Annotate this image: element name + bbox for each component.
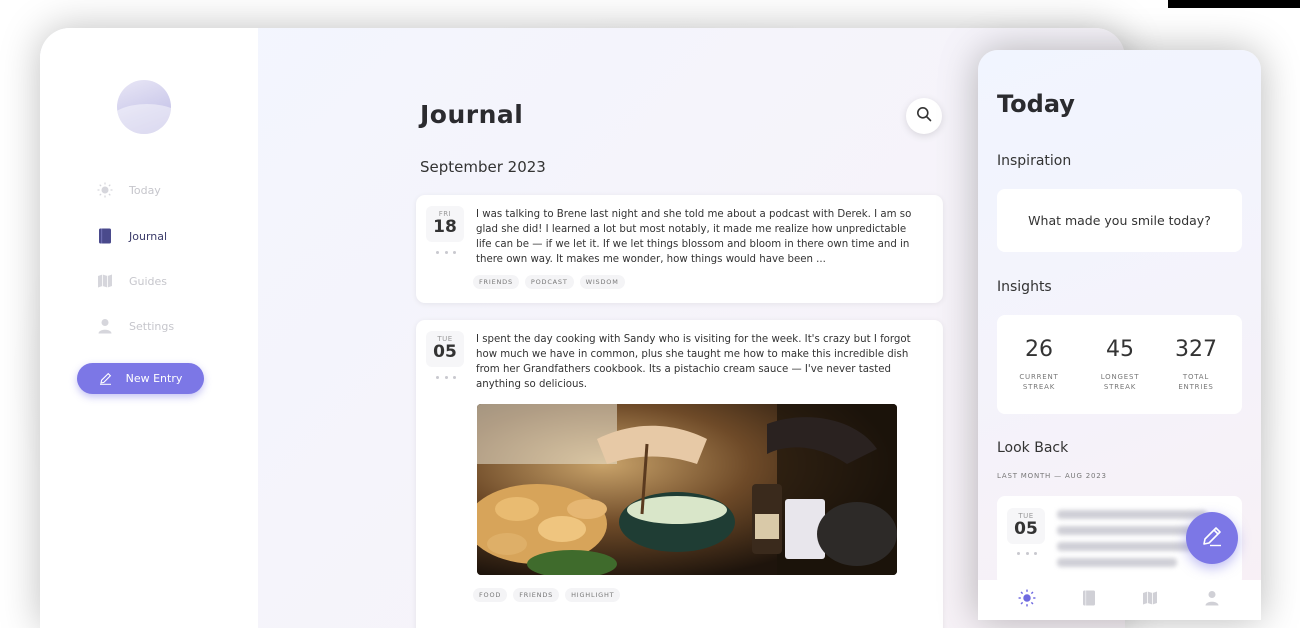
journal-entry-card[interactable]: FRI 18 I was talking to Brene last night… [416,195,943,303]
stat-total-entries: 327 TOTAL ENTRIES [1156,337,1236,392]
tab-today[interactable] [1018,589,1036,611]
entry-photo[interactable] [477,404,897,575]
entry-day: 05 [1014,519,1038,539]
entry-tags: FOOD FRIENDS HIGHLIGHT [473,588,621,602]
sidebar-item-guides[interactable]: Guides [97,269,167,293]
book-icon [97,228,113,244]
user-icon [97,318,113,334]
inspiration-card[interactable]: What made you smile today? [997,189,1242,252]
today-title: Today [997,90,1075,118]
search-button[interactable] [906,98,942,134]
tag[interactable]: FRIENDS [473,275,519,289]
entry-day: 18 [433,217,457,237]
sidebar-item-label: Today [129,183,161,197]
sidebar-item-journal[interactable]: Journal [97,224,167,248]
bottom-tab-bar [978,580,1261,620]
sidebar-item-settings[interactable]: Settings [97,314,174,338]
app-window: Today Journal Guides Settings New Entry [40,28,1125,628]
tab-guides[interactable] [1141,591,1159,609]
tag[interactable]: FRIENDS [513,588,560,602]
compose-fab-button[interactable] [1186,512,1238,564]
insights-label: Insights [997,279,1052,295]
sidebar: Today Journal Guides Settings New Entry [40,28,258,628]
more-dots-icon[interactable] [1017,552,1037,556]
stat-label: CURRENT STREAK [1019,373,1059,391]
inspiration-prompt: What made you smile today? [1028,213,1211,228]
date-chip: TUE 05 [426,331,464,367]
pencil-icon [99,372,112,385]
entry-text: I spent the day cooking with Sandy who i… [476,334,911,390]
cooking-photo [477,404,897,575]
stat-value: 327 [1175,337,1217,362]
pencil-icon [1200,524,1224,552]
stat-value: 26 [1025,337,1053,362]
new-entry-button[interactable]: New Entry [77,363,204,394]
more-dots-icon[interactable] [436,251,456,255]
sun-icon [97,182,113,198]
tag[interactable]: HIGHLIGHT [565,588,621,602]
month-label: September 2023 [420,158,546,176]
more-dots-icon[interactable] [436,376,456,380]
app-logo [117,80,171,134]
new-entry-label: New Entry [125,372,183,385]
journal-content: Journal September 2023 FRI 18 I was talk… [415,28,945,628]
today-panel: Today Inspiration What made you smile to… [978,50,1261,620]
tab-settings[interactable] [1203,591,1221,609]
stat-current-streak: 26 CURRENT STREAK [999,337,1079,392]
tag[interactable]: PODCAST [524,275,574,289]
date-chip: FRI 18 [426,206,464,242]
stat-value: 45 [1106,337,1134,362]
top-right-strip [1168,0,1300,8]
sun-icon [1018,589,1036,611]
insights-card: 26 CURRENT STREAK 45 LONGEST STREAK 327 TO… [997,315,1242,414]
sidebar-item-label: Journal [129,229,168,243]
tab-journal[interactable] [1080,590,1098,610]
inspiration-label: Inspiration [997,153,1072,169]
map-icon [97,273,113,289]
entry-tags: FRIENDS PODCAST WISDOM [473,275,625,289]
stat-longest-streak: 45 LONGEST STREAK [1080,337,1160,392]
entry-day: 05 [433,342,457,362]
entry-text: I was talking to Brene last night and sh… [476,209,912,265]
date-chip: TUE 05 [1007,508,1045,544]
stat-label: LONGEST STREAK [1100,373,1140,391]
stat-label: TOTAL ENTRIES [1178,373,1214,391]
sidebar-item-label: Guides [129,274,168,288]
search-icon [916,106,932,126]
page-title: Journal [420,100,524,129]
lookback-label: Look Back [997,440,1069,456]
lookback-subtitle: LAST MONTH — AUG 2023 [997,472,1107,480]
map-icon [1142,590,1158,610]
journal-entry-card[interactable]: TUE 05 I spent the day cooking with Sand… [416,320,943,628]
sidebar-item-label: Settings [129,319,175,333]
tag[interactable]: WISDOM [579,275,625,289]
user-icon [1204,590,1220,610]
tag[interactable]: FOOD [473,588,508,602]
book-icon [1082,590,1096,610]
sidebar-item-today[interactable]: Today [97,178,161,202]
